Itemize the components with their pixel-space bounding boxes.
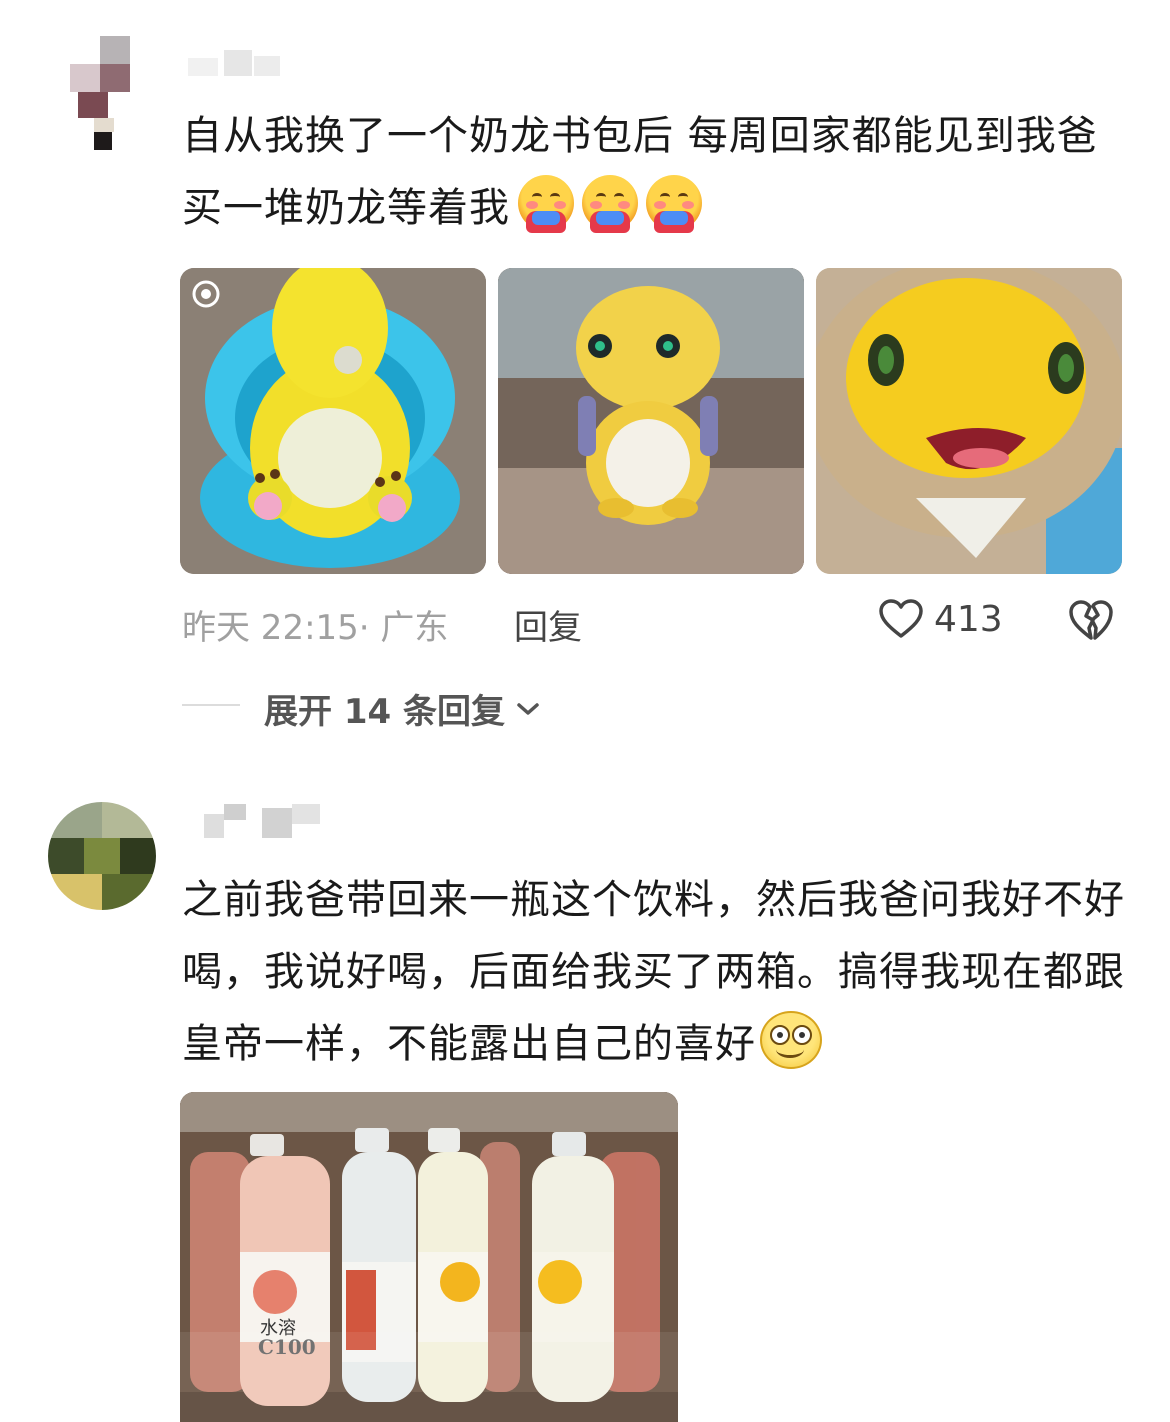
comment-text: 自从我换了一个奶龙书包后 每周回家都能见到我爸买一堆奶龙等着我 (182, 113, 1098, 233)
smiling-face-emoji (760, 1011, 822, 1069)
broken-heart-icon (1069, 600, 1113, 640)
expand-replies-button[interactable]: 展开 14 条回复 (264, 684, 541, 733)
hugging-face-emoji (582, 175, 638, 233)
hugging-face-emoji (518, 175, 574, 233)
location: · 广东 (358, 608, 449, 648)
nailong-toy-in-blue-seat (180, 268, 486, 574)
comment-text: 之前我爸带回来一瓶这个饮料，然后我爸问我好不好喝，我说好喝，后面给我买了两箱。搞… (182, 877, 1125, 1069)
like-count: 413 (934, 598, 1003, 640)
comment-image[interactable] (498, 268, 804, 574)
comment-image[interactable]: 水溶 C100 (180, 1092, 678, 1422)
dislike-button[interactable] (1068, 598, 1114, 646)
avatar[interactable] (70, 36, 140, 156)
like-button[interactable]: 413 (878, 598, 1003, 640)
nailong-toy-with-backpack (498, 268, 804, 574)
timestamp: 昨天 22:15 (182, 608, 359, 648)
divider (182, 704, 240, 706)
hugging-face-emoji (646, 175, 702, 233)
reply-button[interactable]: 回复 (514, 600, 582, 649)
comment-image[interactable] (180, 268, 486, 574)
username-blurred[interactable] (204, 804, 324, 840)
avatar[interactable] (48, 802, 156, 910)
comment-image[interactable] (816, 268, 1122, 574)
chevron-down-icon (517, 702, 539, 715)
drink-bottles-on-shelf: 水溶 C100 (180, 1092, 678, 1422)
username-blurred[interactable] (188, 50, 288, 80)
expand-replies-label: 展开 14 条回复 (264, 692, 505, 732)
nailong-plush-head (816, 268, 1122, 574)
heart-icon (879, 599, 923, 638)
comment-meta: 昨天 22:15· 广东 (182, 600, 448, 649)
